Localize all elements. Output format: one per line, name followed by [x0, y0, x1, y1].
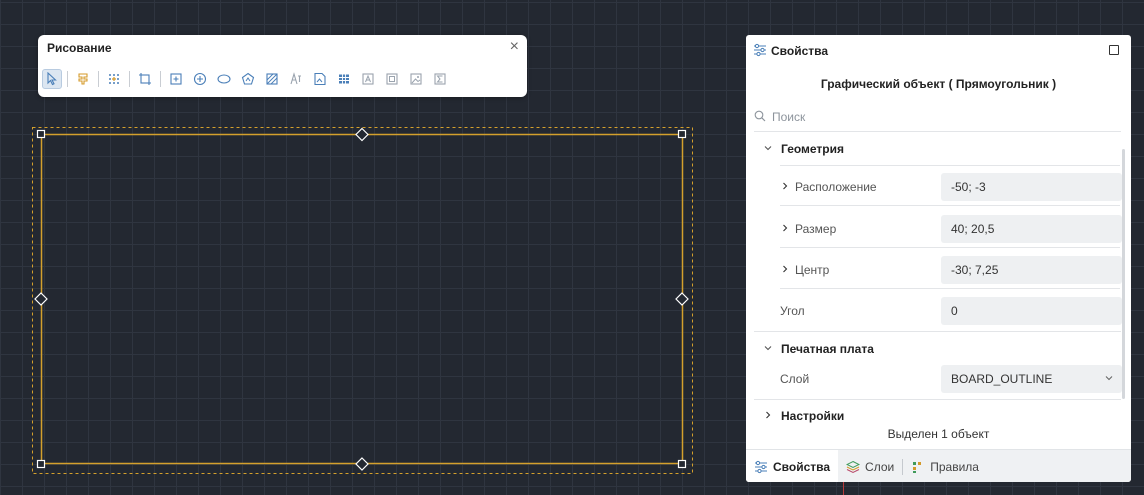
property-row-angle: Угол 0	[780, 295, 1122, 327]
canvas-guide-line	[843, 482, 844, 495]
chevron-down-icon	[763, 342, 775, 356]
corner-handle-bottom-left[interactable]	[36, 459, 46, 469]
chevron-right-icon	[780, 180, 790, 194]
grid-points-icon[interactable]	[104, 69, 124, 89]
property-label[interactable]: Размер	[780, 222, 836, 236]
location-label: Расположение	[795, 180, 877, 194]
hatch-icon[interactable]	[262, 69, 282, 89]
layer-label: Слой	[780, 372, 810, 386]
divider	[780, 205, 1120, 206]
section-geometry-label: Геометрия	[781, 142, 845, 156]
property-row-size: Размер 40; 20,5	[780, 213, 1122, 245]
property-row-center: Центр -30; 7,25	[780, 254, 1122, 286]
chevron-right-icon	[780, 222, 790, 236]
toolbar-separator	[160, 71, 161, 87]
center-label: Центр	[795, 263, 830, 277]
divider	[754, 399, 1121, 400]
sliders-icon	[754, 460, 768, 474]
property-label[interactable]: Центр	[780, 263, 829, 277]
add-node-icon[interactable]	[166, 69, 186, 89]
tab-layers-label: Слои	[865, 459, 895, 474]
chevron-down-icon	[763, 142, 775, 156]
property-row-layer: Слой BOARD_OUTLINE	[780, 363, 1122, 395]
toolbar-tools	[42, 67, 454, 91]
mid-handle-right[interactable]	[675, 292, 689, 306]
tab-layers[interactable]: Слои	[838, 450, 902, 482]
table-icon[interactable]	[334, 69, 354, 89]
maximize-icon[interactable]	[1109, 45, 1119, 55]
rectangle-shape[interactable]	[40, 133, 684, 465]
divider	[780, 247, 1120, 248]
drawing-toolbar: Рисование ×	[38, 35, 527, 97]
angle-value[interactable]: 0	[941, 297, 1122, 325]
tab-rules-label: Правила	[930, 459, 979, 474]
corner-handle-bottom-right[interactable]	[677, 459, 687, 469]
divider	[780, 165, 1120, 166]
section-geometry[interactable]: Геометрия	[763, 142, 844, 156]
mid-handle-bottom[interactable]	[355, 457, 369, 471]
toolbar-separator	[129, 71, 130, 87]
section-pcb[interactable]: Печатная плата	[763, 342, 874, 356]
section-settings-label: Настройки	[781, 409, 845, 423]
select-pointer-icon[interactable]	[42, 69, 62, 89]
picture-icon[interactable]	[406, 69, 426, 89]
search-input[interactable]: Поиск	[754, 107, 1114, 127]
properties-panel: Свойства Графический объект ( Прямоуголь…	[746, 35, 1131, 482]
divider	[754, 331, 1121, 332]
circle-plus-icon[interactable]	[190, 69, 210, 89]
polygon-icon[interactable]	[238, 69, 258, 89]
ellipse-icon[interactable]	[214, 69, 234, 89]
corner-handle-top-left[interactable]	[36, 129, 46, 139]
panel-title: Свойства	[771, 44, 829, 58]
panel-header: Свойства	[746, 35, 1131, 65]
object-type-title: Графический объект ( Прямоугольник )	[820, 77, 1057, 91]
text-tool-icon[interactable]	[286, 69, 306, 89]
chevron-right-icon	[763, 409, 775, 423]
search-icon	[754, 110, 766, 125]
rules-icon	[911, 460, 925, 474]
angle-label: Угол	[780, 304, 805, 318]
text-box-icon[interactable]	[358, 69, 378, 89]
scrollbar[interactable]	[1122, 149, 1125, 399]
close-icon[interactable]: ×	[510, 38, 519, 56]
property-row-location: Расположение -50; -3	[780, 171, 1122, 203]
pin-icon[interactable]	[73, 69, 93, 89]
section-settings[interactable]: Настройки	[763, 409, 844, 423]
corner-handle-top-right[interactable]	[677, 129, 687, 139]
size-value[interactable]: 40; 20,5	[941, 215, 1122, 243]
sliders-icon	[753, 43, 767, 62]
mid-handle-top[interactable]	[355, 127, 369, 142]
tab-rules[interactable]: Правила	[903, 450, 987, 482]
sum-icon[interactable]	[430, 69, 450, 89]
layers-icon	[846, 460, 861, 474]
selection-status: Выделен 1 объект	[887, 427, 990, 441]
toolbar-separator	[98, 71, 99, 87]
image-icon[interactable]	[310, 69, 330, 89]
layer-select[interactable]: BOARD_OUTLINE	[941, 365, 1122, 393]
center-value[interactable]: -30; 7,25	[941, 256, 1122, 284]
chevron-right-icon	[780, 263, 790, 277]
toolbar-separator	[67, 71, 68, 87]
section-pcb-label: Печатная плата	[781, 342, 874, 356]
layer-select-value: BOARD_OUTLINE	[951, 372, 1053, 386]
tab-properties-label: Свойства	[773, 459, 831, 474]
selection-bounding-box	[32, 127, 693, 474]
text-frame-icon[interactable]	[382, 69, 402, 89]
mid-handle-left[interactable]	[34, 292, 48, 306]
property-label[interactable]: Расположение	[780, 180, 877, 194]
location-value[interactable]: -50; -3	[941, 173, 1122, 201]
chevron-down-icon	[1104, 365, 1114, 393]
frame-icon[interactable]	[135, 69, 155, 89]
tab-properties[interactable]: Свойства	[746, 450, 839, 482]
search-placeholder: Поиск	[772, 110, 806, 124]
toolbar-title: Рисование	[47, 41, 112, 55]
size-label: Размер	[795, 222, 837, 236]
divider	[754, 131, 1121, 132]
panel-tabs: Свойства Слои Правила	[746, 449, 1131, 482]
divider	[780, 288, 1120, 289]
